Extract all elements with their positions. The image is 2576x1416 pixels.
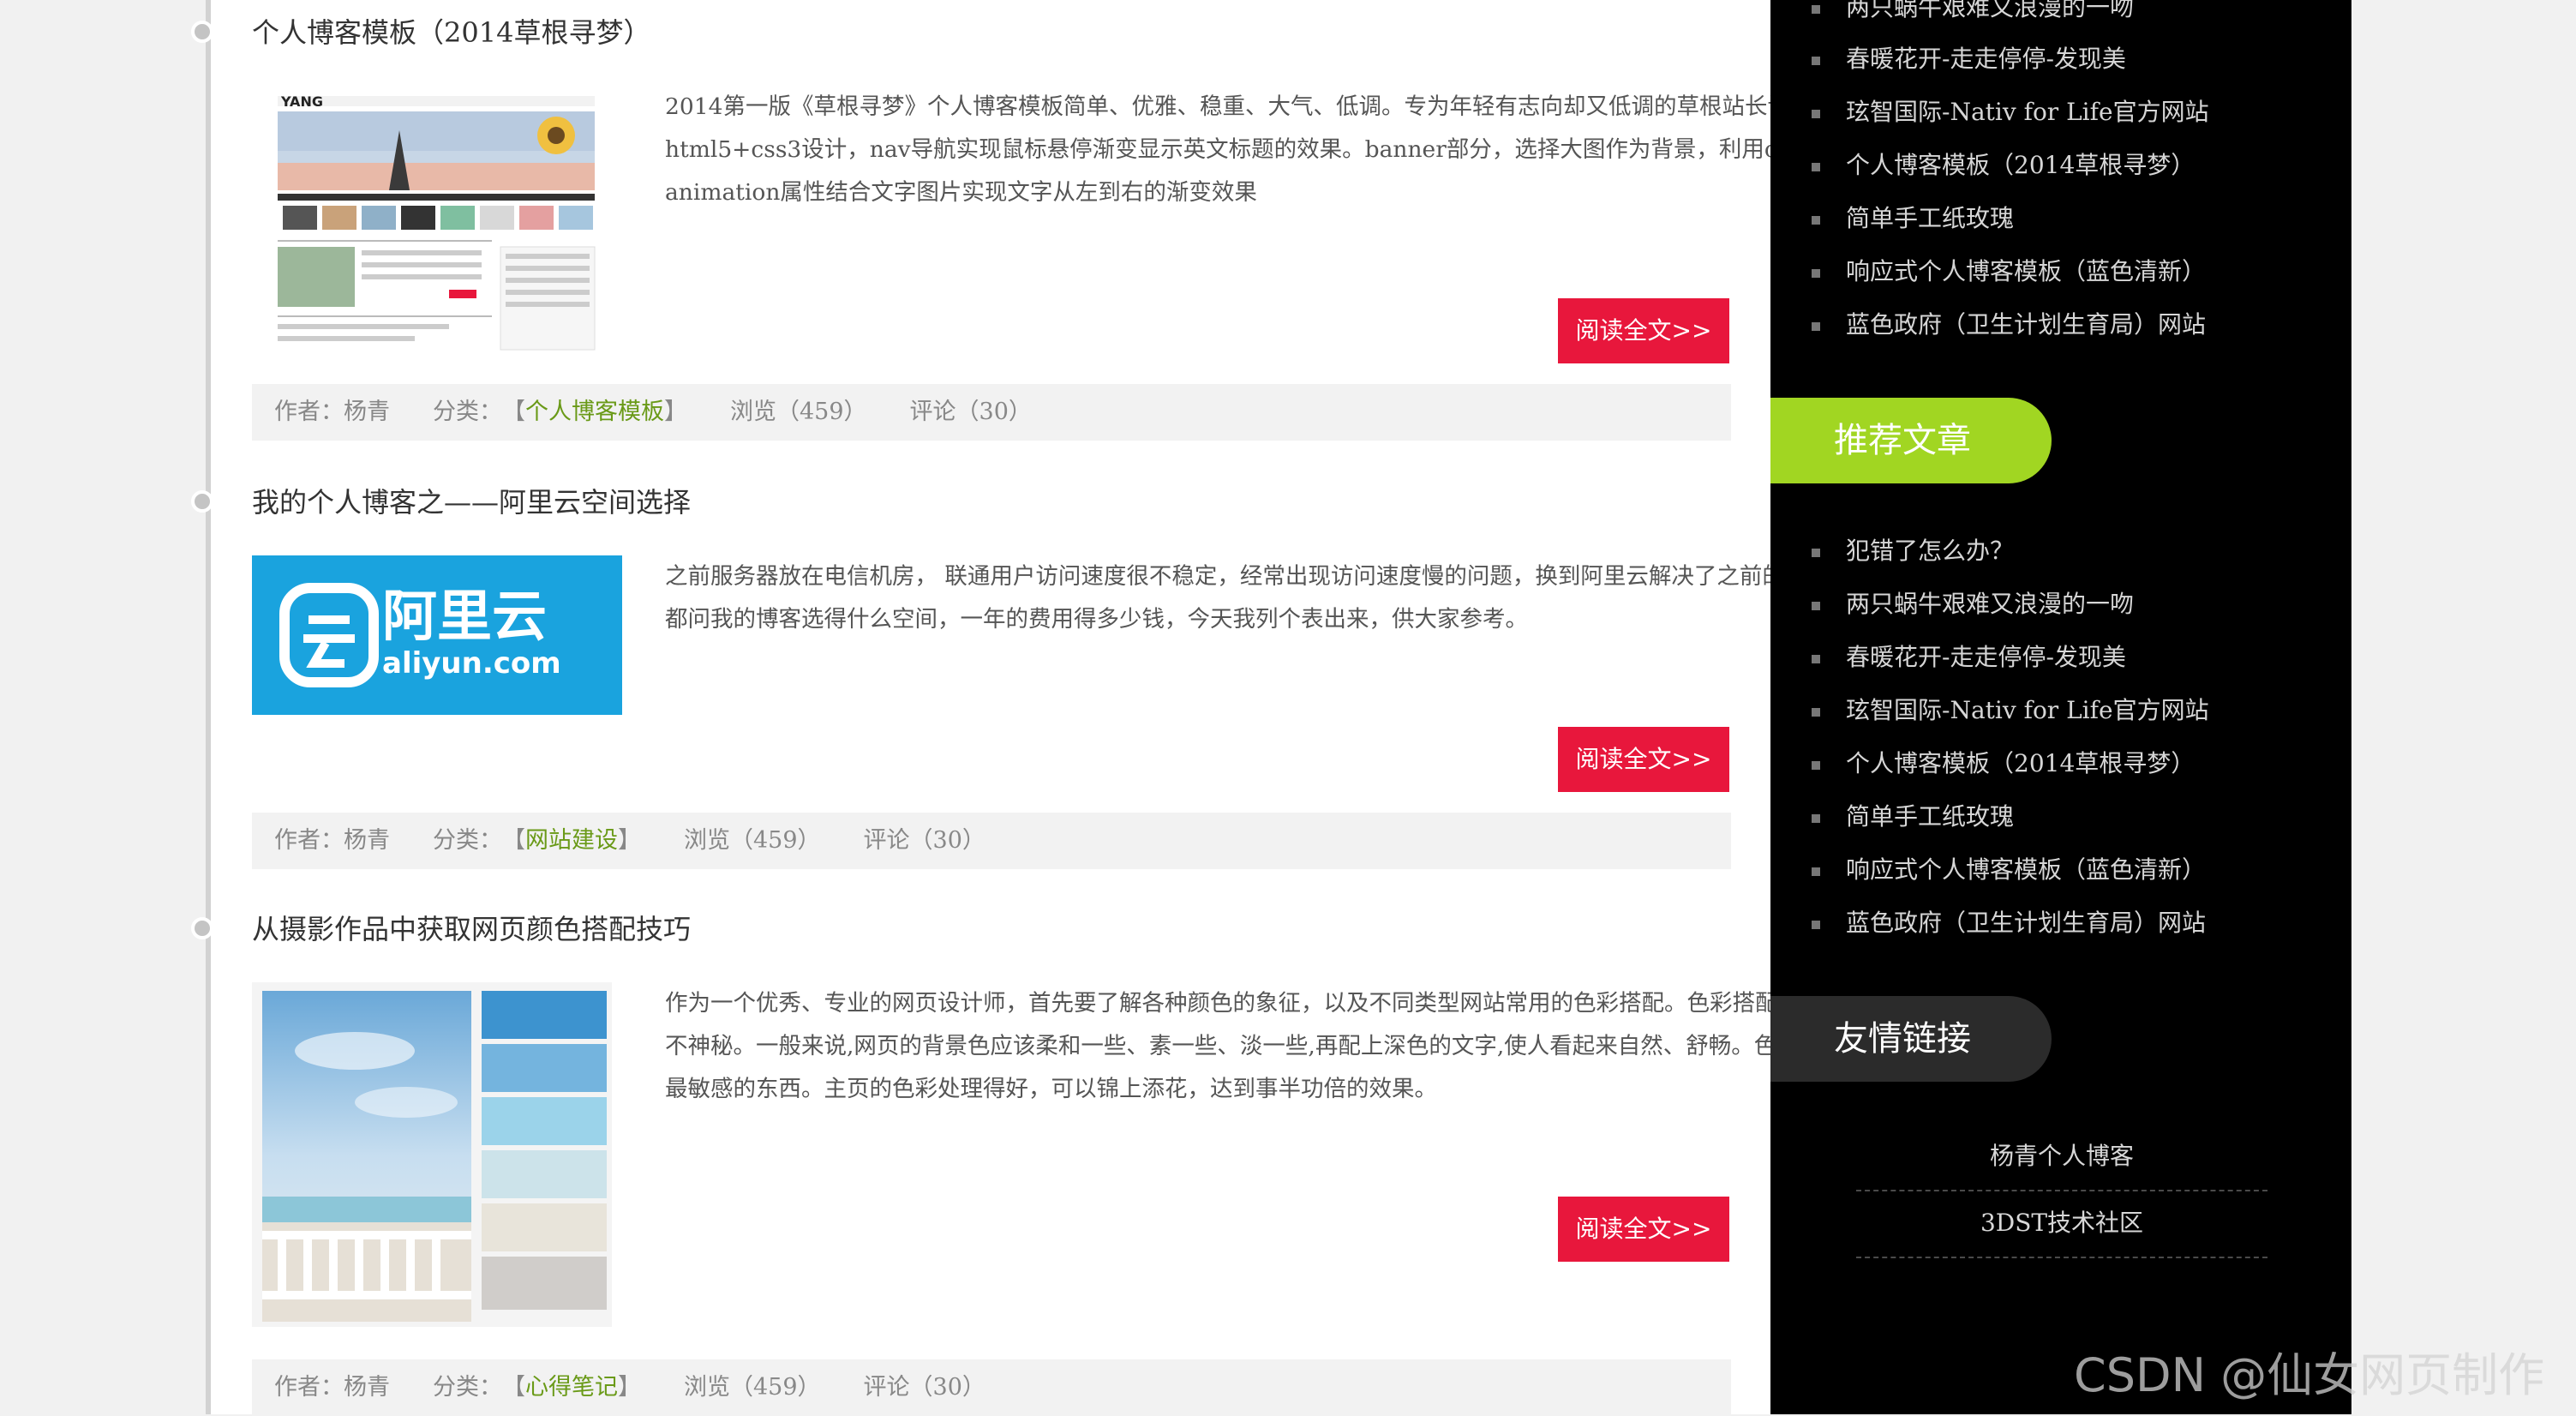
post-meta: 作者：杨青 分类：【网站建设】 浏览（459） 评论（30） <box>252 813 1731 869</box>
recommended-link[interactable]: 个人博客模板（2014草根寻梦） <box>1812 737 2195 790</box>
recommended-link-label: 两只蜗牛艰难又浪漫的一吻 <box>1846 590 2135 618</box>
timeline-dot-icon <box>191 490 213 513</box>
category-prefix: 分类： <box>433 1374 502 1401</box>
category-bracket-open: 【 <box>502 1374 525 1401</box>
post-thumbnail[interactable]: 阿里云 aliyun.com <box>252 555 622 715</box>
bullet-square-icon <box>1812 707 1820 717</box>
post-excerpt: 2014第一版《草根寻梦》个人博客模板简单、优雅、稳重、大气、低调。专为年轻有志… <box>665 93 1926 206</box>
watermark-text: CSDN @仙女网页制作 <box>2074 1348 2545 1402</box>
recommended-link[interactable]: 春暖花开-走走停停-发现美 <box>1812 631 2126 684</box>
read-more-button[interactable]: 阅读全文>> <box>1558 727 1729 792</box>
logo-text-en: aliyun.com <box>382 646 561 681</box>
bullet-square-icon <box>1812 867 1820 876</box>
recommended-link-label: 蓝色政府（卫生计划生育局）网站 <box>1846 909 2207 937</box>
friend-link[interactable]: 杨青个人博客 <box>1856 1123 2267 1191</box>
post-title[interactable]: 从摄影作品中获取网页颜色搭配技巧 <box>252 912 691 946</box>
sidebar-link[interactable]: 响应式个人博客模板（蓝色清新） <box>1812 245 2206 298</box>
post-category-link[interactable]: 网站建设 <box>525 813 618 869</box>
sidebar-link-label: 玹智国际-Nativ for Life官方网站 <box>1846 98 2209 126</box>
post-thumbnail[interactable] <box>252 982 612 1327</box>
post-meta: 作者：杨青 分类：【心得笔记】 浏览（459） 评论（30） <box>252 1359 1731 1416</box>
sidebar-link-label: 蓝色政府（卫生计划生育局）网站 <box>1846 310 2207 339</box>
timeline-dot-icon <box>191 21 213 43</box>
bullet-square-icon <box>1812 654 1820 663</box>
sidebar-link-label: 简单手工纸玫瑰 <box>1846 204 2015 232</box>
post-views: 浏览（459） <box>684 827 821 854</box>
sidebar-link[interactable]: 两只蜗牛艰难又浪漫的一吻 <box>1812 0 2134 34</box>
post-title[interactable]: 个人博客模板（2014草根寻梦） <box>252 15 650 50</box>
post-author: 作者：杨青 <box>274 399 390 425</box>
post-category-link[interactable]: 个人博客模板 <box>525 384 664 441</box>
bullet-square-icon <box>1812 56 1820 65</box>
bullet-square-icon <box>1812 162 1820 171</box>
read-more-button[interactable]: 阅读全文>> <box>1558 1197 1729 1262</box>
recommended-link-label: 玹智国际-Nativ for Life官方网站 <box>1846 696 2209 724</box>
post-thumbnail[interactable]: YANG <box>252 86 622 362</box>
post-comments[interactable]: 评论（30） <box>864 1359 985 1416</box>
post-author: 作者：杨青 <box>274 1374 390 1401</box>
sidebar-link-label: 两只蜗牛艰难又浪漫的一吻 <box>1846 0 2135 21</box>
category-prefix: 分类： <box>433 399 502 425</box>
bullet-square-icon <box>1812 215 1820 225</box>
bullet-square-icon <box>1812 321 1820 331</box>
recommended-link[interactable]: 犯错了怎么办？ <box>1812 525 2014 578</box>
sidebar-link[interactable]: 简单手工纸玫瑰 <box>1812 192 2014 245</box>
sidebar-link[interactable]: 春暖花开-走走停停-发现美 <box>1812 33 2126 86</box>
bullet-square-icon <box>1812 601 1820 610</box>
bullet-square-icon <box>1812 548 1820 557</box>
sidebar-link-label: 春暖花开-走走停停-发现美 <box>1846 45 2126 73</box>
color-palette-photo-image <box>252 982 612 1327</box>
read-more-button[interactable]: 阅读全文>> <box>1558 298 1729 363</box>
post-category-link[interactable]: 心得笔记 <box>525 1359 618 1416</box>
category-bracket-close: 】 <box>664 399 687 425</box>
recommended-link[interactable]: 简单手工纸玫瑰 <box>1812 790 2014 843</box>
bullet-square-icon <box>1812 920 1820 929</box>
recommended-link-label: 春暖花开-走走停停-发现美 <box>1846 643 2126 671</box>
bullet-square-icon <box>1812 813 1820 823</box>
post-comments[interactable]: 评论（30） <box>864 813 985 869</box>
recommended-link[interactable]: 两只蜗牛艰难又浪漫的一吻 <box>1812 578 2134 631</box>
sidebar-link[interactable]: 玹智国际-Nativ for Life官方网站 <box>1812 86 2209 139</box>
timeline-dot-icon <box>191 917 213 939</box>
recommended-link-label: 犯错了怎么办？ <box>1846 537 2015 565</box>
post-excerpt: 作为一个优秀、专业的网页设计师，首先要了解各种颜色的象征，以及不同类型网站常用的… <box>665 990 1921 1102</box>
post-list: 个人博客模板（2014草根寻梦） YANG 2014第一版《草根寻梦》个人博客模… <box>191 0 1926 1416</box>
post-comments[interactable]: 评论（30） <box>910 384 1032 441</box>
post-title[interactable]: 我的个人博客之——阿里云空间选择 <box>252 485 691 519</box>
category-prefix: 分类： <box>433 827 502 854</box>
recommended-link[interactable]: 响应式个人博客模板（蓝色清新） <box>1812 843 2206 897</box>
post-views: 浏览（459） <box>730 399 867 425</box>
post-author: 作者：杨青 <box>274 827 390 854</box>
category-bracket-close: 】 <box>618 1374 641 1401</box>
recommended-link-label: 简单手工纸玫瑰 <box>1846 802 2015 831</box>
bullet-square-icon <box>1812 109 1820 118</box>
category-bracket-close: 】 <box>618 827 641 854</box>
recommended-link[interactable]: 蓝色政府（卫生计划生育局）网站 <box>1812 897 2206 950</box>
post-views: 浏览（459） <box>684 1374 821 1401</box>
recommended-link[interactable]: 玹智国际-Nativ for Life官方网站 <box>1812 684 2209 737</box>
friend-link[interactable]: 3DST技术社区 <box>1856 1190 2267 1258</box>
recommended-heading: 推荐文章 <box>1770 398 2052 483</box>
friend-links-heading: 友情链接 <box>1770 996 2052 1082</box>
svg-text:YANG: YANG <box>280 93 323 110</box>
sidebar: 两只蜗牛艰难又浪漫的一吻 春暖花开-走走停停-发现美 玹智国际-Nativ fo… <box>1770 0 2351 1414</box>
sidebar-link[interactable]: 蓝色政府（卫生计划生育局）网站 <box>1812 298 2206 351</box>
sidebar-link-label: 响应式个人博客模板（蓝色清新） <box>1846 257 2207 285</box>
post-excerpt: 之前服务器放在电信机房， 联通用户访问速度很不稳定，经常出现访问速度慢的问题，换… <box>665 563 1921 633</box>
recommended-link-label: 个人博客模板（2014草根寻梦） <box>1846 749 2196 777</box>
sidebar-link[interactable]: 个人博客模板（2014草根寻梦） <box>1812 139 2195 192</box>
category-bracket-open: 【 <box>502 399 525 425</box>
sidebar-link-label: 个人博客模板（2014草根寻梦） <box>1846 151 2196 179</box>
category-bracket-open: 【 <box>502 827 525 854</box>
post-meta: 作者：杨青 分类：【个人博客模板】 浏览（459） 评论（30） <box>252 384 1731 441</box>
bullet-square-icon <box>1812 760 1820 770</box>
bullet-square-icon <box>1812 268 1820 278</box>
template-screenshot-image: YANG <box>252 86 622 362</box>
recommended-link-label: 响应式个人博客模板（蓝色清新） <box>1846 855 2207 884</box>
bullet-square-icon <box>1812 4 1820 14</box>
logo-text-cn: 阿里云 <box>382 585 547 649</box>
